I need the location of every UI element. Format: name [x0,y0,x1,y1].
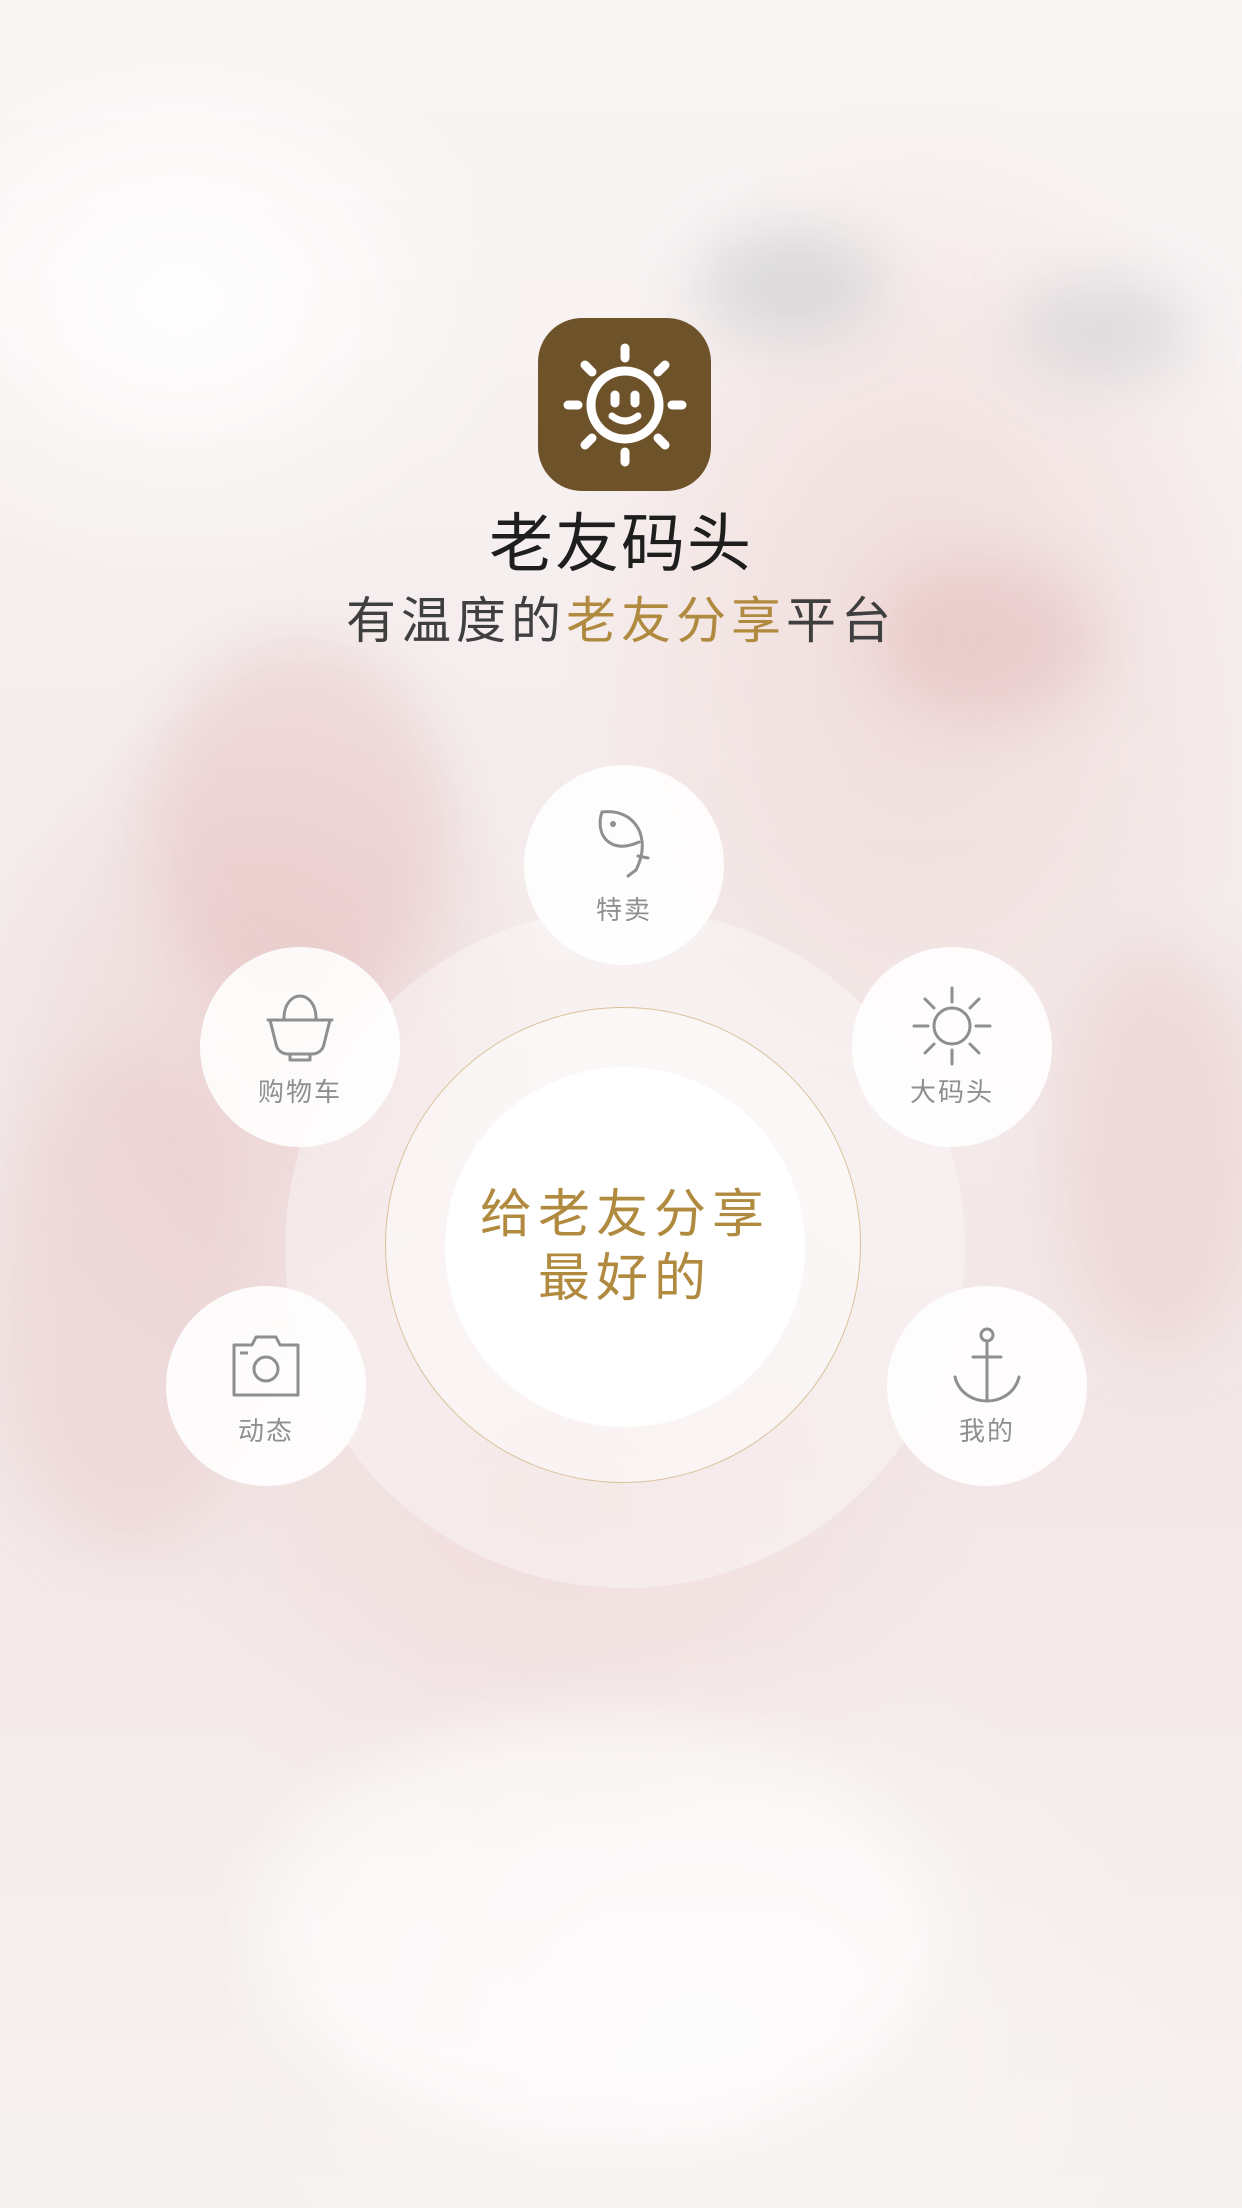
background-blur [700,230,880,340]
menu-label: 购物车 [257,1077,342,1108]
menu-label: 特卖 [595,895,652,926]
tagline-prefix: 有温度的 [346,592,566,650]
menu-mine-button[interactable]: 我的 [887,1286,1087,1486]
sun-icon [912,986,992,1065]
center-text-line2: 最好的 [537,1249,712,1309]
background-blur [250,1720,950,2140]
basket-icon [266,994,334,1061]
background-blur [1020,280,1190,380]
app-tagline: 有温度的老友分享平台 [0,588,1242,654]
menu-moments-button[interactable]: 动态 [166,1286,366,1486]
tagline-suffix: 平台 [786,592,896,650]
menu-label: 大码头 [909,1077,994,1108]
anchor-icon [953,1327,1021,1402]
menu-label: 我的 [958,1416,1015,1447]
center-share-button[interactable]: 给老友分享 最好的 [445,1067,805,1427]
menu-wharf-button[interactable]: 大码头 [852,947,1052,1147]
center-text-line1: 给老友分享 [479,1185,770,1245]
menu-label: 动态 [237,1416,294,1447]
menu-cart-button[interactable]: 购物车 [200,947,400,1147]
background-blur [1060,950,1242,1350]
app-title: 老友码头 [489,508,753,582]
camera-icon [232,1335,300,1396]
app-logo [538,318,711,491]
menu-special-button[interactable]: 特卖 [524,765,724,965]
smiling-sun-icon [563,343,686,466]
tagline-accent: 老友分享 [566,592,786,650]
fish-icon [598,809,650,877]
